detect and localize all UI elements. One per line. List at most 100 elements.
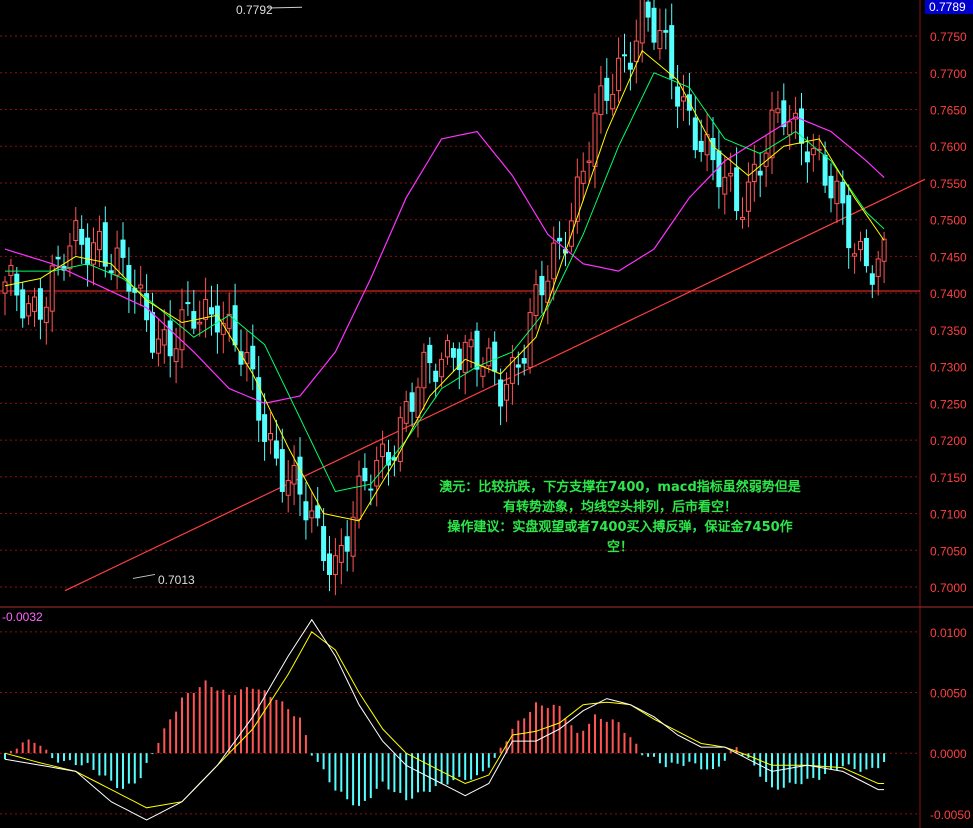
candle-body <box>374 459 380 487</box>
candle-body <box>445 340 450 358</box>
ma-slow-line <box>5 72 885 493</box>
chart-canvas: 0.7750 0.7700 0.7650 0.7600 0.7550 0.7500 0.74… <box>0 0 973 828</box>
y-tick-label: 0.7250 <box>930 397 967 411</box>
candle-body <box>663 30 669 33</box>
macd-tick-label: 0.0000 <box>930 747 967 761</box>
candle-body <box>268 432 273 441</box>
candle-body <box>126 265 132 292</box>
candle-body <box>91 242 96 265</box>
candle-body <box>73 220 79 241</box>
candle-body <box>179 309 185 351</box>
annotation-line-3: 操作建议：实盘观望或者7400买入搏反弹，保证金7450作 <box>447 520 793 535</box>
candle-body <box>657 30 663 50</box>
candle-body <box>622 54 627 57</box>
candle-body <box>828 175 834 199</box>
candle-body <box>303 501 309 521</box>
macd-tick-label: 0.0100 <box>930 626 967 640</box>
y-tick-label: 0.7350 <box>930 324 967 338</box>
candle-body <box>521 358 527 364</box>
candle-body <box>362 467 368 482</box>
candle-body <box>734 167 740 212</box>
candle-body <box>745 181 751 212</box>
candle-body <box>20 289 26 319</box>
candle-body <box>551 242 557 280</box>
y-tick-label: 0.7150 <box>930 471 967 485</box>
candle-body <box>96 230 102 251</box>
candle-body <box>327 553 332 575</box>
high-leader-line <box>267 6 303 9</box>
candle-body <box>291 465 297 485</box>
candle-body <box>858 241 863 251</box>
y-tick-label: 0.7000 <box>930 581 967 595</box>
candle-body <box>580 170 586 184</box>
candle-body <box>79 228 85 245</box>
candle-body <box>262 414 268 442</box>
y-tick-label: 0.7750 <box>930 30 967 44</box>
candle-body <box>173 348 179 363</box>
candle-body <box>150 312 155 353</box>
candle-body <box>834 180 840 205</box>
candle-body <box>539 275 545 296</box>
candle-body <box>675 86 681 107</box>
candle-body <box>822 154 828 186</box>
candle-body <box>728 172 734 177</box>
candle-body <box>368 488 374 491</box>
candle-body <box>167 320 173 357</box>
candle-body <box>480 366 486 377</box>
y-tick-label: 0.7450 <box>930 250 967 264</box>
candle-body <box>2 281 8 294</box>
candle-body <box>43 306 49 324</box>
candle-body <box>67 245 73 270</box>
candle-body <box>787 121 793 136</box>
ma-trend-line <box>4 116 885 404</box>
candle-body <box>297 456 303 495</box>
candle-body <box>315 505 321 519</box>
macd-tick-label: 0.0050 <box>930 687 967 701</box>
candle-body <box>692 117 698 151</box>
candle-body <box>185 302 191 305</box>
candle-body <box>846 195 852 249</box>
candle-body <box>285 480 291 496</box>
candle-body <box>85 237 91 266</box>
candle-body <box>427 344 433 364</box>
y-tick-label: 0.7650 <box>930 104 967 118</box>
candle-body <box>409 392 415 412</box>
candle-body <box>769 109 775 159</box>
analysis-annotation: 澳元：比较抗跌，下方支撑在7400，macd指标虽然弱势但是 有转势迹象，均线空… <box>380 478 860 558</box>
y-tick-label: 0.7600 <box>930 140 967 154</box>
candle-body <box>498 379 504 407</box>
candle-body <box>450 348 456 358</box>
candle-body <box>421 351 427 389</box>
y-tick-label: 0.7500 <box>930 214 967 228</box>
candle-body <box>462 341 468 373</box>
y-tick-label: 0.7700 <box>930 67 967 81</box>
candle-body <box>610 93 616 110</box>
candle-body <box>273 440 279 459</box>
candle-body <box>344 536 350 552</box>
candle-body <box>203 299 209 320</box>
candle-body <box>527 312 533 368</box>
candle-body <box>309 510 315 519</box>
candle-body <box>722 176 728 195</box>
candle-body <box>120 239 126 258</box>
candle-body <box>155 338 161 354</box>
candle-body <box>232 305 238 346</box>
candle-body <box>26 303 32 317</box>
low-price-label: 0.7013 <box>158 573 195 587</box>
candle-body <box>161 329 167 346</box>
candle-body <box>338 544 344 563</box>
candle-body <box>881 238 887 262</box>
candle-body <box>592 112 598 167</box>
candle-body <box>403 401 409 424</box>
candle-body <box>869 273 875 285</box>
candle-body <box>8 264 14 276</box>
current-price-label: 0.7789 <box>929 0 966 14</box>
candle-body <box>397 417 403 463</box>
y-tick-label: 0.7400 <box>930 287 967 301</box>
candle-body <box>533 284 539 317</box>
candle-body <box>651 7 657 43</box>
candle-body <box>740 216 745 220</box>
candle-body <box>214 305 220 333</box>
candle-body <box>49 265 55 312</box>
candle-body <box>757 170 763 176</box>
